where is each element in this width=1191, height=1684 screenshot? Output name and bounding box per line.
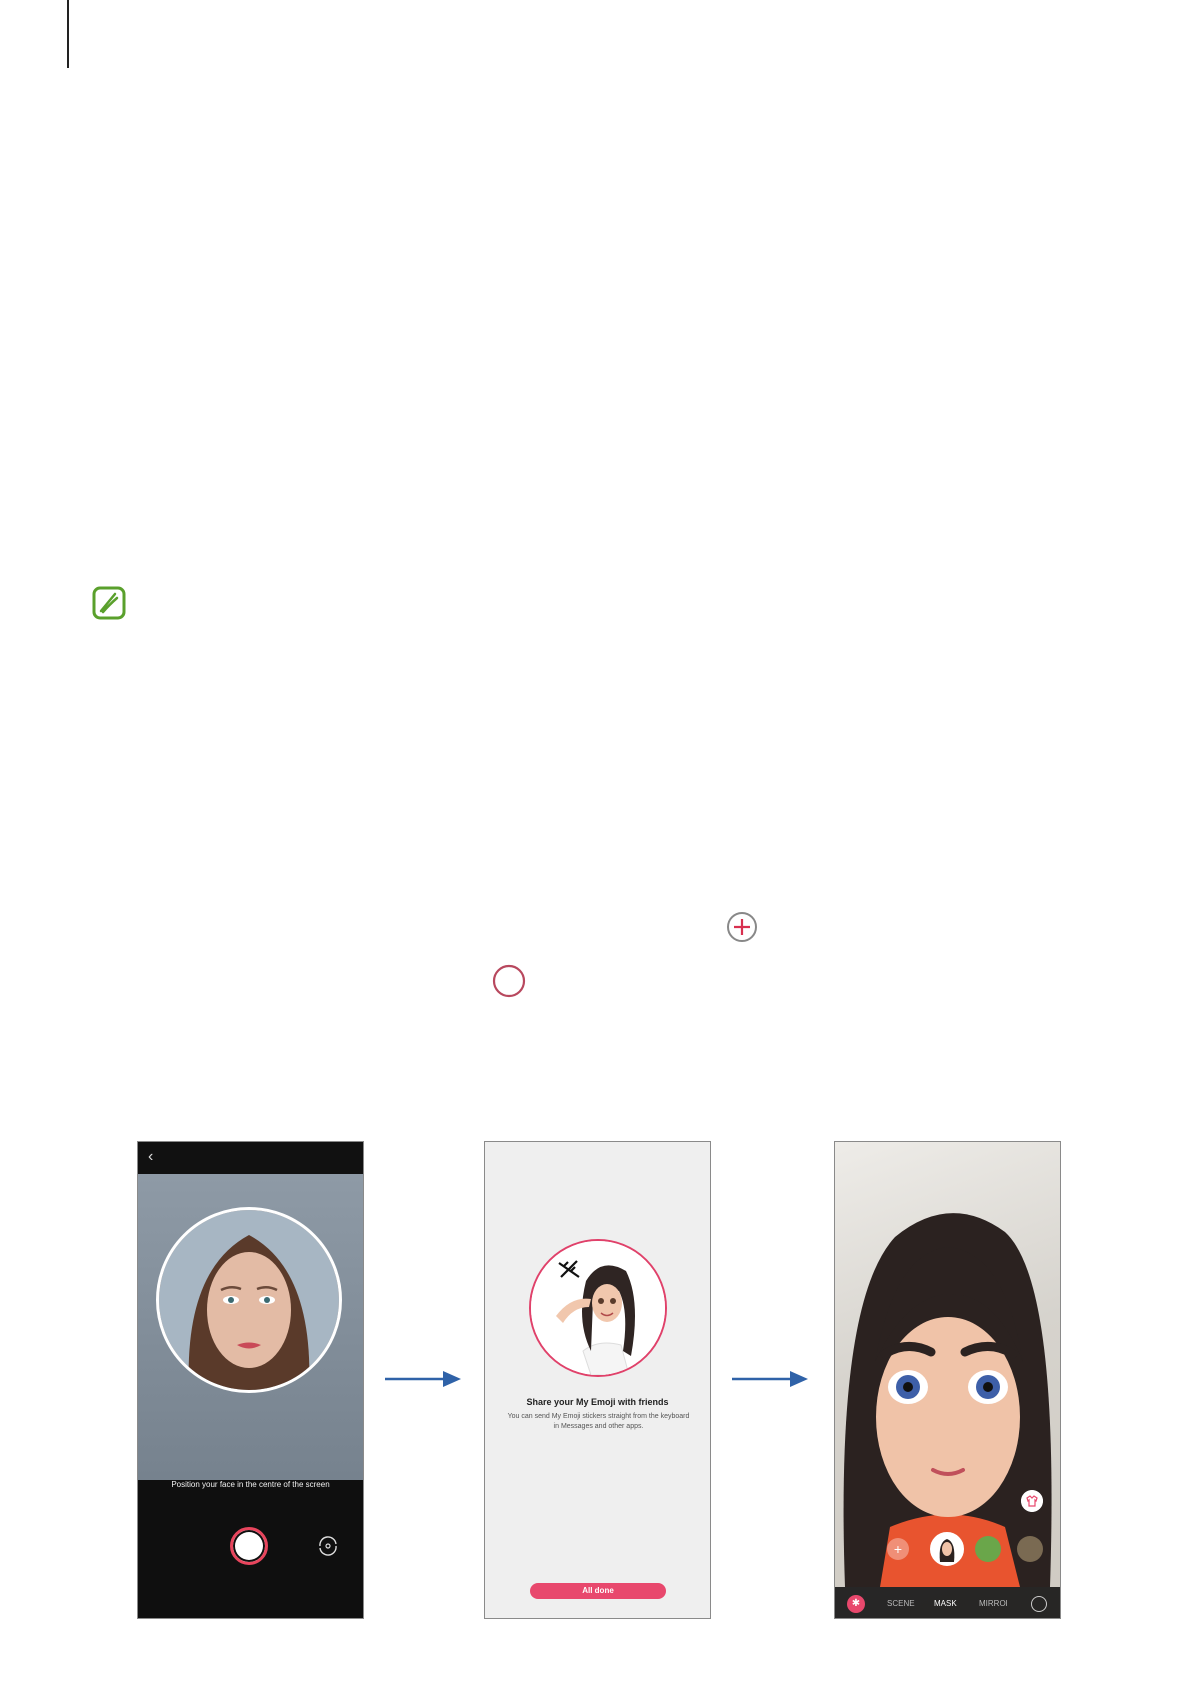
camera-switch-icon[interactable] <box>1031 1596 1047 1612</box>
clothes-icon[interactable] <box>1021 1490 1043 1512</box>
capture-button[interactable] <box>230 1527 268 1565</box>
camera-preview: Position your face in the centre of the … <box>138 1174 363 1489</box>
back-icon[interactable]: ‹ <box>148 1148 153 1166</box>
animal-emoji-thumbnail[interactable] <box>1017 1536 1043 1562</box>
note-icon <box>92 586 126 620</box>
face-photo <box>159 1210 339 1390</box>
face-guide-circle <box>156 1207 342 1393</box>
ar-emoji-screen: + ✱ SCENE MASK MIRROR <box>834 1141 1061 1619</box>
emoji-mask-avatar <box>843 1213 1052 1587</box>
mode-mask[interactable]: MASK <box>934 1599 957 1608</box>
parrot-emoji-thumbnail[interactable] <box>975 1536 1001 1562</box>
share-description: You can send My Emoji stickers straight … <box>507 1413 690 1430</box>
page-margin-rule <box>67 0 69 68</box>
emoji-avatar <box>529 1239 667 1377</box>
flow-arrow-icon <box>385 1371 461 1387</box>
mode-scene[interactable]: SCENE <box>887 1599 915 1608</box>
record-circle-icon <box>492 964 526 998</box>
share-title: Share your My Emoji with friends <box>526 1397 669 1407</box>
top-bar: ‹ <box>138 1142 363 1174</box>
share-emoji-screen: Share your My Emoji with friends You can… <box>484 1141 711 1619</box>
face-capture-screen: ‹ Position your face in the centre of th… <box>137 1141 364 1619</box>
add-circle-icon <box>727 912 757 942</box>
mode-bar: ✱ SCENE MASK MIRROR <box>835 1587 1060 1618</box>
camera-switch-icon[interactable] <box>316 1534 340 1558</box>
add-emoji-icon[interactable]: + <box>887 1538 909 1560</box>
stickers-icon[interactable]: ✱ <box>847 1595 865 1613</box>
face-hint-text: Position your face in the centre of the … <box>171 1480 330 1489</box>
mode-mirror[interactable]: MIRROR <box>979 1599 1007 1608</box>
all-done-button[interactable]: All done <box>530 1583 666 1599</box>
avatar-illustration <box>531 1241 665 1375</box>
my-emoji-thumbnail[interactable] <box>930 1532 964 1566</box>
flow-arrow-icon <box>732 1371 808 1387</box>
